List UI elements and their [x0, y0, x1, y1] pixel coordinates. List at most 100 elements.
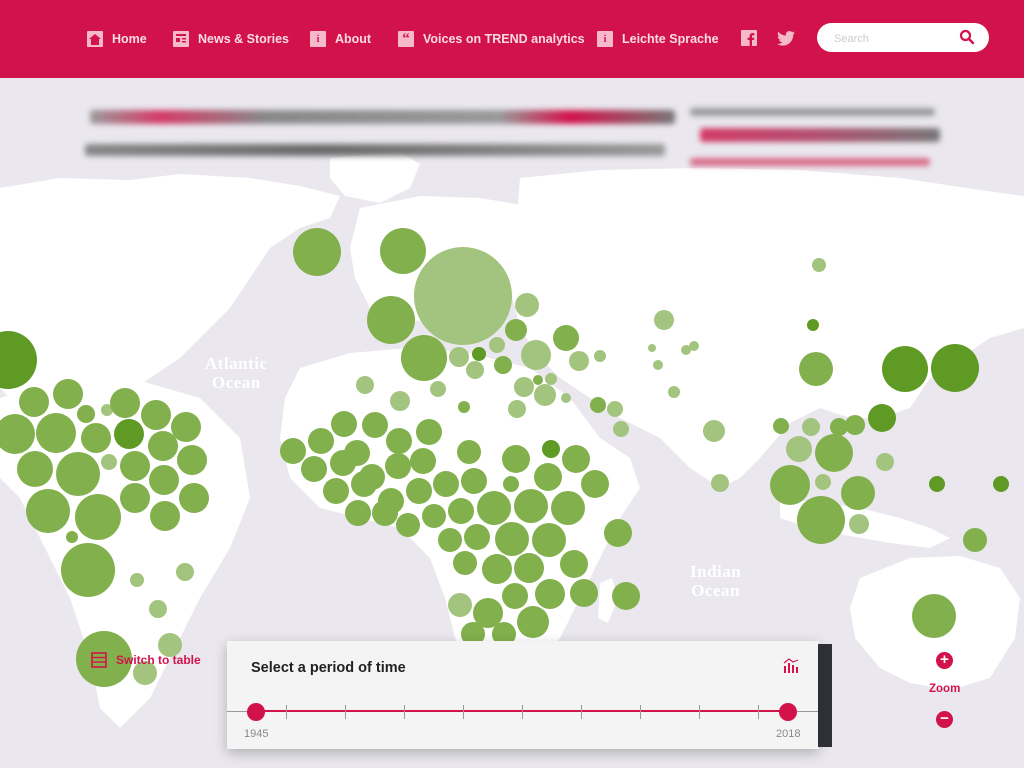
country-bubble[interactable]	[849, 514, 869, 534]
country-bubble[interactable]	[356, 376, 374, 394]
facebook-icon[interactable]	[741, 30, 757, 50]
country-bubble[interactable]	[786, 436, 812, 462]
zoom-out-button[interactable]: −	[936, 711, 953, 728]
country-bubble[interactable]	[430, 381, 446, 397]
country-bubble[interactable]	[841, 476, 875, 510]
country-bubble[interactable]	[533, 375, 543, 385]
country-bubble[interactable]	[703, 420, 725, 442]
search-icon[interactable]	[959, 29, 975, 45]
country-bubble[interactable]	[141, 400, 171, 430]
country-bubble[interactable]	[612, 582, 640, 610]
country-bubble[interactable]	[130, 573, 144, 587]
country-bubble[interactable]	[560, 550, 588, 578]
country-bubble[interactable]	[929, 476, 945, 492]
country-bubble[interactable]	[461, 468, 487, 494]
country-bubble[interactable]	[401, 335, 447, 381]
country-bubble[interactable]	[308, 428, 334, 454]
country-bubble[interactable]	[812, 258, 826, 272]
country-bubble[interactable]	[150, 501, 180, 531]
switch-to-table-button[interactable]: Switch to table	[116, 653, 201, 667]
country-bubble[interactable]	[773, 418, 789, 434]
country-bubble[interactable]	[534, 384, 556, 406]
country-bubble[interactable]	[815, 474, 831, 490]
country-bubble[interactable]	[882, 346, 928, 392]
nav-news-link[interactable]: News & Stories	[173, 30, 289, 48]
country-bubble[interactable]	[502, 445, 530, 473]
country-bubble[interactable]	[514, 377, 534, 397]
country-bubble[interactable]	[453, 551, 477, 575]
country-bubble[interactable]	[711, 474, 729, 492]
country-bubble[interactable]	[553, 325, 579, 351]
country-bubble[interactable]	[448, 498, 474, 524]
country-bubble[interactable]	[101, 454, 117, 470]
country-bubble[interactable]	[61, 543, 115, 597]
nav-voices-link[interactable]: “ Voices on TREND analytics	[398, 30, 585, 48]
country-bubble[interactable]	[120, 483, 150, 513]
country-bubble[interactable]	[581, 470, 609, 498]
country-bubble[interactable]	[482, 554, 512, 584]
country-bubble[interactable]	[396, 513, 420, 537]
country-bubble[interactable]	[472, 347, 486, 361]
country-bubble[interactable]	[466, 361, 484, 379]
country-bubble[interactable]	[179, 483, 209, 513]
country-bubble[interactable]	[912, 594, 956, 638]
country-bubble[interactable]	[36, 413, 76, 453]
country-bubble[interactable]	[458, 401, 470, 413]
nav-leichte-sprache-link[interactable]: i Leichte Sprache	[597, 30, 719, 48]
country-bubble[interactable]	[331, 411, 357, 437]
country-bubble[interactable]	[410, 448, 436, 474]
country-bubble[interactable]	[422, 504, 446, 528]
country-bubble[interactable]	[532, 523, 566, 557]
country-bubble[interactable]	[508, 400, 526, 418]
country-bubble[interactable]	[534, 463, 562, 491]
country-bubble[interactable]	[149, 465, 179, 495]
country-bubble[interactable]	[448, 593, 472, 617]
timeline-start-handle[interactable]	[247, 703, 265, 721]
country-bubble[interactable]	[362, 412, 388, 438]
nav-about-link[interactable]: i About	[310, 30, 371, 48]
country-bubble[interactable]	[367, 296, 415, 344]
country-bubble[interactable]	[668, 386, 680, 398]
country-bubble[interactable]	[390, 391, 410, 411]
search-input[interactable]	[832, 29, 956, 49]
country-bubble[interactable]	[648, 344, 656, 352]
country-bubble[interactable]	[653, 360, 663, 370]
country-bubble[interactable]	[514, 489, 548, 523]
country-bubble[interactable]	[807, 319, 819, 331]
country-bubble[interactable]	[845, 415, 865, 435]
country-bubble[interactable]	[149, 600, 167, 618]
country-bubble[interactable]	[799, 352, 833, 386]
country-bubble[interactable]	[521, 340, 551, 370]
country-bubble[interactable]	[386, 428, 412, 454]
zoom-in-button[interactable]: +	[936, 652, 953, 669]
country-bubble[interactable]	[176, 563, 194, 581]
country-bubble[interactable]	[517, 606, 549, 638]
country-bubble[interactable]	[433, 471, 459, 497]
country-bubble[interactable]	[514, 553, 544, 583]
country-bubble[interactable]	[345, 500, 371, 526]
country-bubble[interactable]	[438, 528, 462, 552]
country-bubble[interactable]	[489, 337, 505, 353]
table-icon[interactable]	[91, 652, 107, 668]
country-bubble[interactable]	[457, 440, 481, 464]
country-bubble[interactable]	[770, 465, 810, 505]
country-bubble[interactable]	[385, 453, 411, 479]
country-bubble[interactable]	[81, 423, 111, 453]
country-bubble[interactable]	[464, 524, 490, 550]
country-bubble[interactable]	[590, 397, 606, 413]
twitter-icon[interactable]	[777, 31, 795, 50]
country-bubble[interactable]	[416, 419, 442, 445]
country-bubble[interactable]	[494, 356, 512, 374]
country-bubble[interactable]	[330, 450, 356, 476]
country-bubble[interactable]	[594, 350, 606, 362]
nav-home-link[interactable]: Home	[87, 30, 147, 48]
country-bubble[interactable]	[515, 293, 539, 317]
country-bubble[interactable]	[56, 452, 100, 496]
country-bubble[interactable]	[570, 579, 598, 607]
country-bubble[interactable]	[562, 445, 590, 473]
country-bubble[interactable]	[993, 476, 1009, 492]
country-bubble[interactable]	[607, 401, 623, 417]
country-bubble[interactable]	[613, 421, 629, 437]
country-bubble[interactable]	[561, 393, 571, 403]
country-bubble[interactable]	[477, 491, 511, 525]
